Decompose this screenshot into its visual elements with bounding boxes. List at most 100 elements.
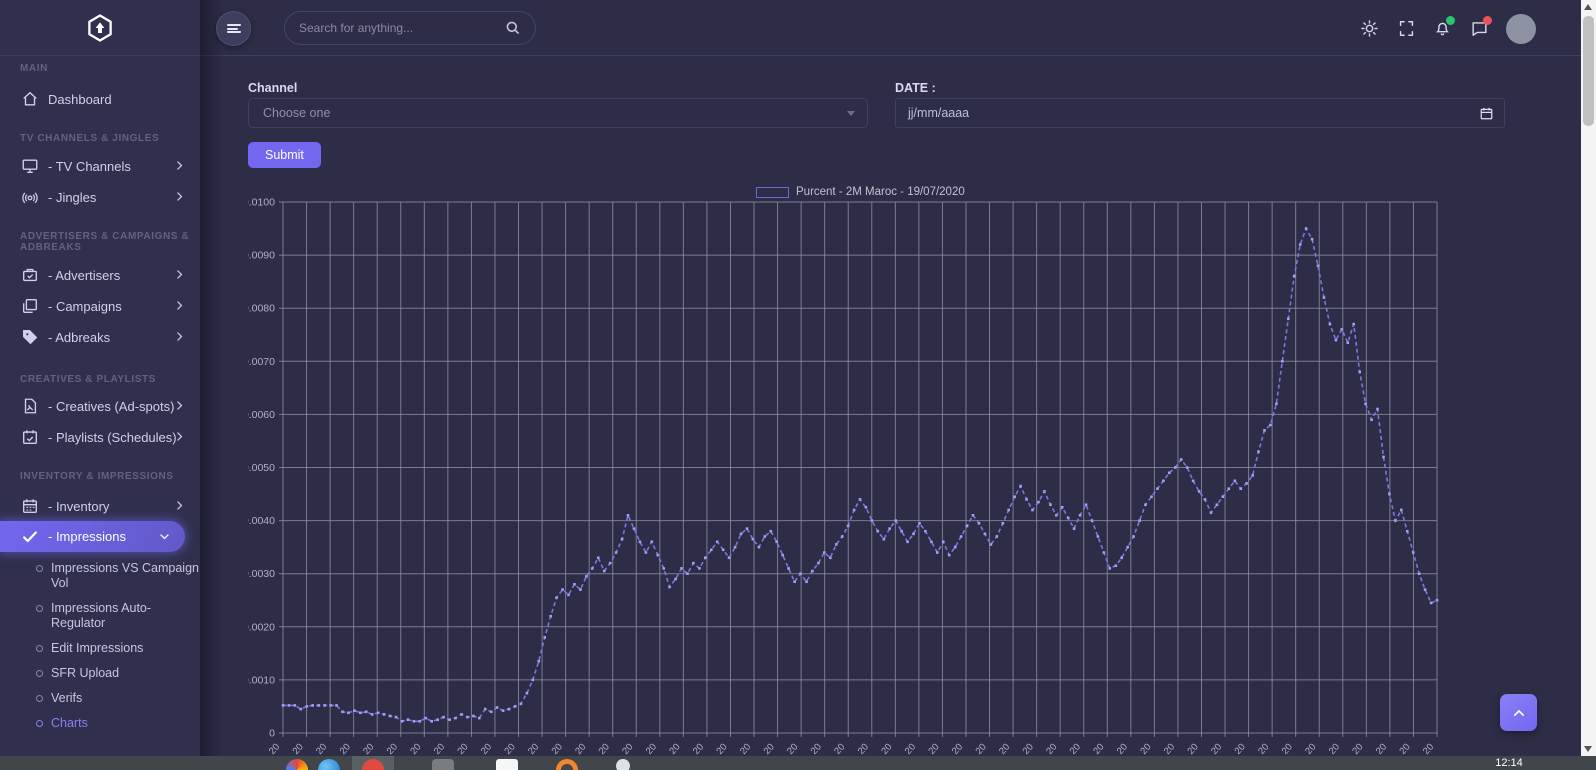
logo-row [0, 0, 200, 56]
scrollbar-up-arrow[interactable] [1584, 4, 1592, 10]
y-tick-label: 0.0100 [248, 197, 275, 209]
y-tick-label: 0.0060 [248, 409, 275, 421]
y-tick-label: 0.0050 [248, 462, 275, 474]
sidebar-item-inventory[interactable]: - Inventory [0, 493, 200, 519]
app-logo-hexagon-icon[interactable] [85, 13, 115, 43]
submenu-sfr-upload[interactable]: SFR Upload [0, 666, 200, 681]
x-tick-label: 20 [856, 742, 871, 756]
sidebar-item-label: - TV Channels [48, 159, 131, 174]
taskbar-document-icon[interactable] [496, 759, 518, 770]
sidebar-item-tv-channels[interactable]: - TV Channels [0, 153, 200, 179]
calendar-picker-icon[interactable] [1479, 106, 1494, 121]
sidebar-item-label: - Adbreaks [48, 330, 110, 345]
channel-select[interactable]: Choose one [248, 98, 868, 128]
x-tick-label: 20 [1209, 742, 1224, 756]
x-tick-label: 20 [314, 742, 329, 756]
sidebar-item-label: - Playlists (Schedules) [48, 430, 177, 445]
x-tick-label: 20 [361, 742, 376, 756]
channel-select-placeholder: Choose one [263, 106, 330, 120]
sidebar-item-advertisers[interactable]: - Advertisers [0, 262, 200, 288]
sidebar-item-campaigns[interactable]: - Campaigns [0, 293, 200, 319]
x-tick-label: 20 [1138, 742, 1153, 756]
bullet-circle-icon [36, 695, 43, 702]
x-tick-label: 20 [408, 742, 423, 756]
x-tick-label: 20 [926, 742, 941, 756]
file-image-icon [21, 397, 39, 415]
sidebar-item-dashboard[interactable]: Dashboard [0, 86, 200, 112]
scrollbar-thumb[interactable] [1583, 16, 1594, 126]
sidebar: MAIN Dashboard TV CHANNELS & JINGLES - T… [0, 0, 200, 756]
x-tick-label: 20 [1350, 742, 1365, 756]
submenu-charts[interactable]: Charts [0, 716, 200, 731]
submenu-edit-impressions[interactable]: Edit Impressions [0, 641, 200, 656]
bullet-circle-icon [36, 605, 43, 612]
date-input[interactable]: jj/mm/aaaa [895, 98, 1505, 128]
bullet-circle-icon [36, 720, 43, 727]
taskbar-app-icon[interactable] [318, 759, 340, 770]
bullet-circle-icon [36, 565, 43, 572]
taskbar-folder-icon[interactable] [432, 759, 454, 770]
x-tick-label: 20 [667, 742, 682, 756]
x-tick-label: 20 [1256, 742, 1271, 756]
submenu-impressions-auto-regulator[interactable]: Impressions Auto-Regulator [0, 601, 200, 631]
search-input[interactable] [299, 21, 505, 35]
submenu-verifs[interactable]: Verifs [0, 691, 200, 706]
x-tick-label: 20 [809, 742, 824, 756]
submenu-impressions-vs-campaign-vol[interactable]: Impressions VS Campaign Vol [0, 561, 200, 591]
taskbar-firefox-icon[interactable] [556, 759, 578, 770]
x-tick-label: 20 [974, 742, 989, 756]
sidebar-item-creatives[interactable]: - Creatives (Ad-spots) [0, 393, 200, 419]
calendar-icon [21, 497, 39, 515]
chevron-right-icon [173, 159, 186, 172]
sidebar-item-jingles[interactable]: - Jingles [0, 184, 200, 210]
fullscreen-icon [1397, 19, 1416, 38]
submit-button[interactable]: Submit [248, 142, 321, 168]
search-icon[interactable] [505, 20, 521, 36]
chevron-right-icon [173, 499, 186, 512]
home-icon [21, 90, 39, 108]
section-label-main: MAIN [20, 63, 190, 74]
taskbar-browser-icon[interactable] [286, 759, 308, 770]
sun-icon [1360, 19, 1379, 38]
x-tick-label: 20 [385, 742, 400, 756]
x-tick-label: 20 [479, 742, 494, 756]
channel-field-label: Channel [248, 81, 297, 95]
windows-taskbar[interactable]: 12:14 [0, 756, 1596, 770]
chevron-up-icon [1512, 706, 1526, 720]
sidebar-item-playlists[interactable]: - Playlists (Schedules) [0, 424, 200, 450]
x-tick-label: 20 [620, 742, 635, 756]
sidebar-item-adbreaks[interactable]: - Adbreaks [0, 324, 200, 350]
user-avatar[interactable] [1506, 14, 1536, 44]
main-content: Channel Choose one DATE : jj/mm/aaaa Sub… [224, 57, 1581, 756]
submenu-label: Verifs [51, 691, 82, 705]
sidebar-item-label: - Inventory [48, 499, 109, 514]
x-tick-label: 20 [550, 742, 565, 756]
taskbar-app2-icon[interactable] [616, 759, 630, 770]
sidebar-item-label: - Jingles [48, 190, 96, 205]
scroll-to-top-button[interactable] [1500, 694, 1537, 731]
sidebar-item-label: Dashboard [48, 92, 112, 107]
notifications-button[interactable] [1424, 10, 1460, 46]
x-tick-label: 20 [597, 742, 612, 756]
section-label-creatives: CREATIVES & PLAYLISTS [20, 374, 190, 385]
page-scrollbar[interactable] [1581, 0, 1596, 756]
messages-button[interactable] [1461, 10, 1497, 46]
fullscreen-toggle-button[interactable] [1388, 10, 1424, 46]
x-tick-label: 20 [338, 742, 353, 756]
x-tick-label: 20 [903, 742, 918, 756]
chevron-down-icon [158, 530, 171, 543]
sidebar-item-impressions[interactable]: - Impressions [0, 521, 185, 552]
x-tick-label: 20 [714, 742, 729, 756]
chevron-right-icon [173, 330, 186, 343]
taskbar-clock: 12:14 [1486, 757, 1532, 769]
x-tick-label: 20 [291, 742, 306, 756]
sidebar-item-label: - Impressions [48, 529, 126, 544]
scrollbar-down-arrow[interactable] [1584, 746, 1592, 752]
submenu-label: Impressions Auto-Regulator [51, 601, 151, 630]
theme-toggle-button[interactable] [1351, 10, 1387, 46]
menu-toggle-button[interactable] [216, 11, 251, 46]
x-tick-label: 20 [1233, 742, 1248, 756]
x-tick-label: 20 [432, 742, 447, 756]
notification-badge [1446, 16, 1455, 25]
submenu-label: Impressions VS Campaign Vol [51, 561, 199, 590]
